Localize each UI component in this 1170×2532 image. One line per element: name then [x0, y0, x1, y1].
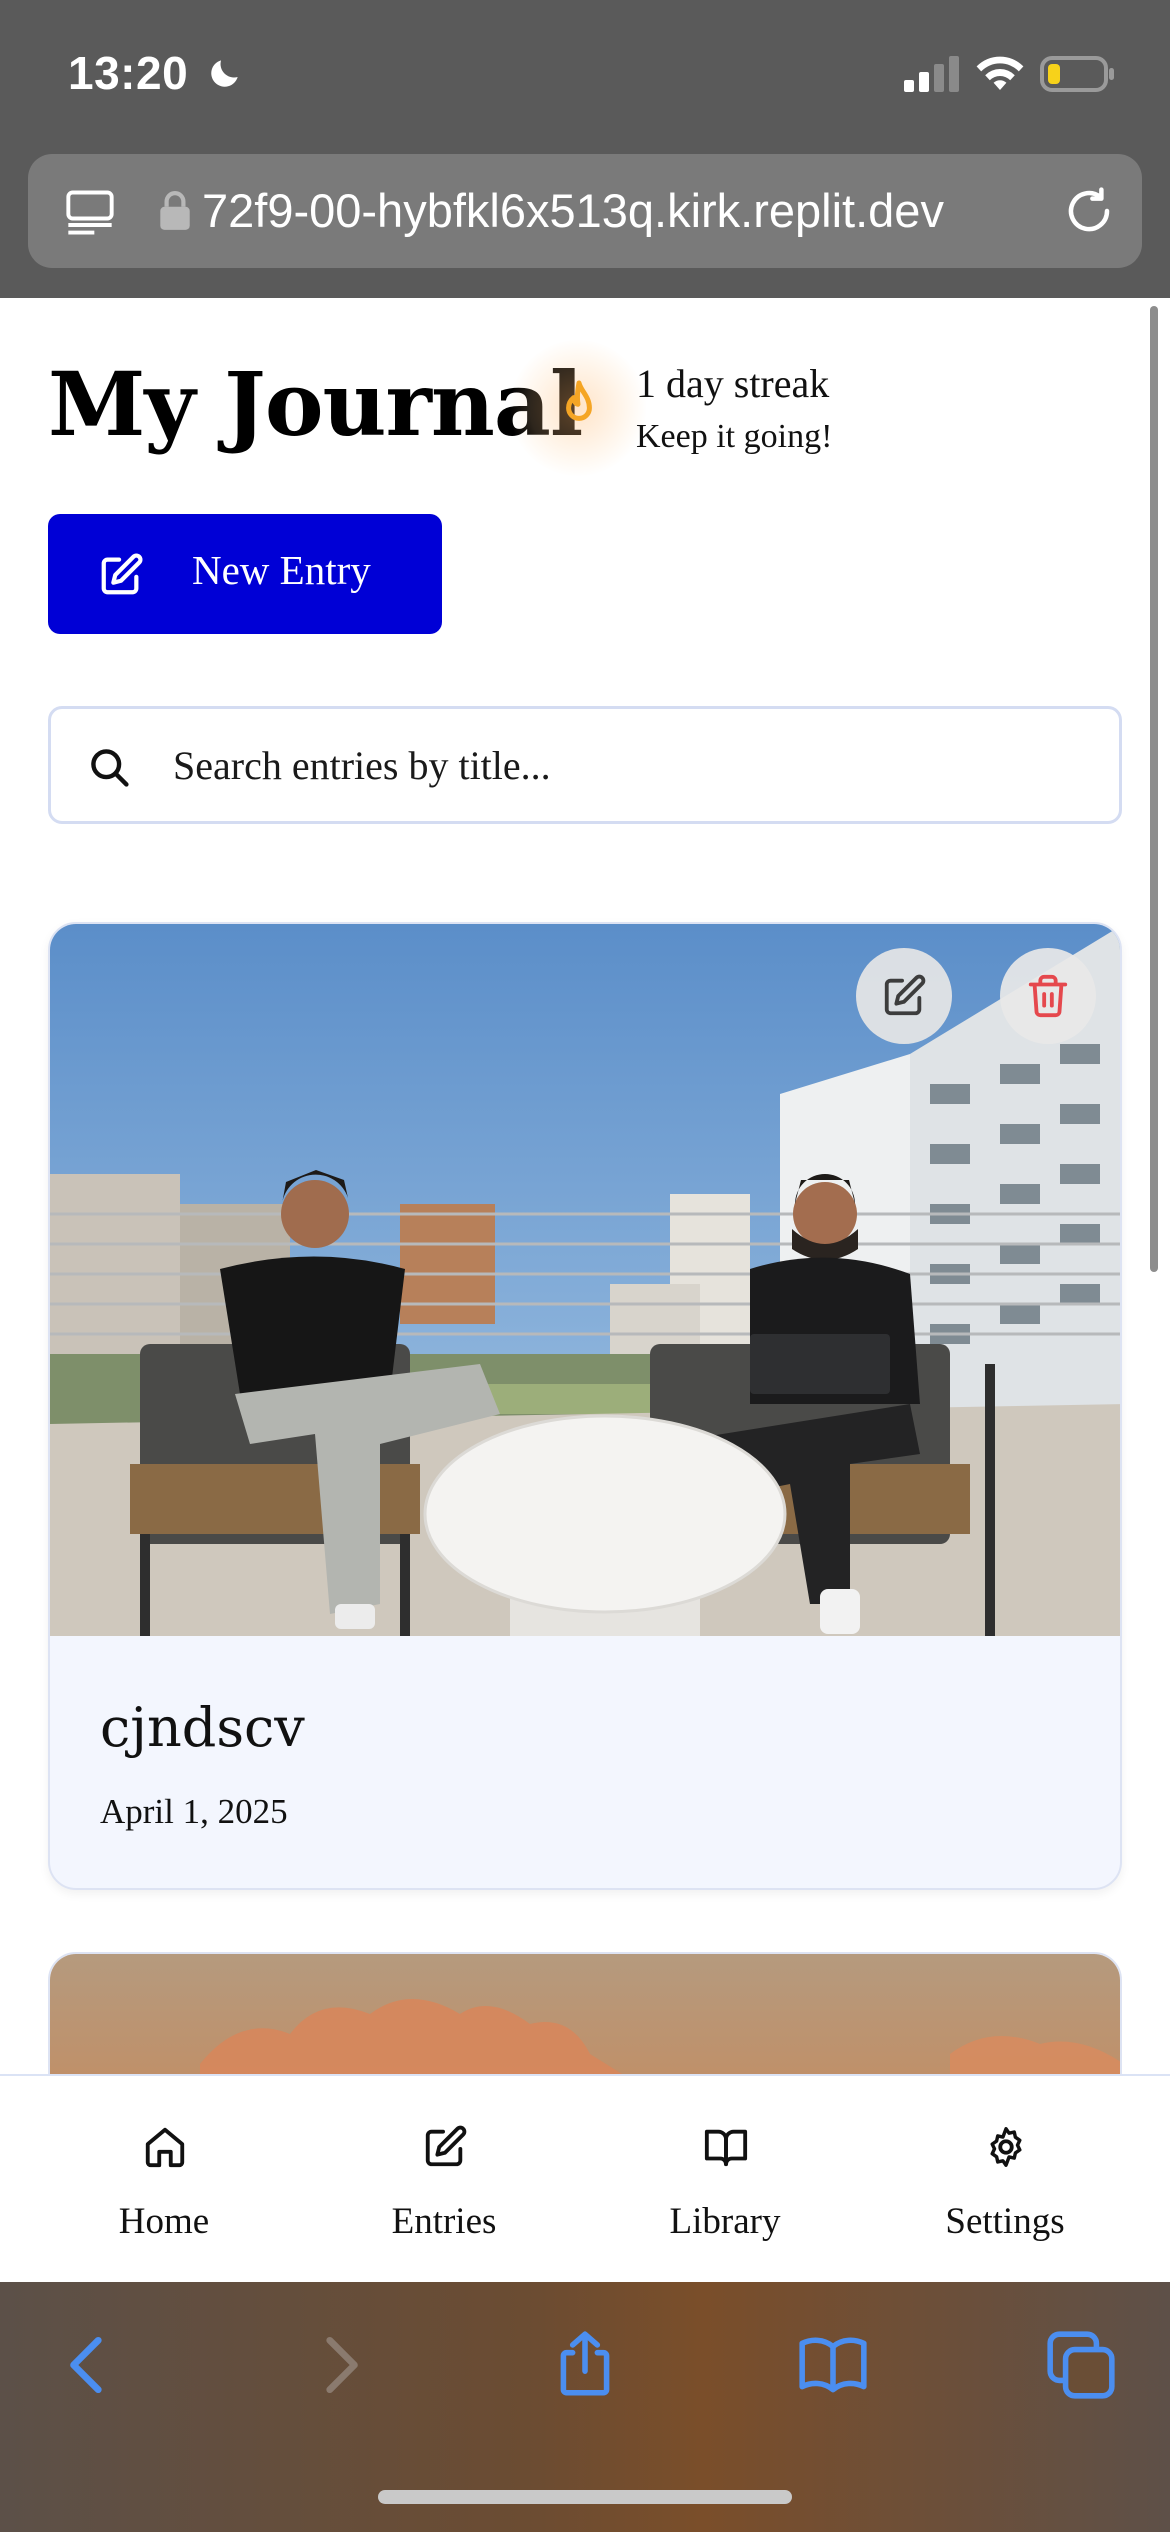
entry-card[interactable]: cjndscv April 1, 2025 — [48, 922, 1122, 1890]
new-entry-button[interactable]: New Entry — [48, 514, 442, 634]
edit-icon — [101, 553, 143, 595]
search-bar[interactable] — [48, 706, 1122, 824]
home-indicator[interactable] — [378, 2490, 792, 2504]
lock-icon — [160, 191, 190, 230]
page-scrollbar[interactable] — [1150, 306, 1158, 1272]
nav-label-entries: Entries — [391, 2201, 497, 2242]
nav-label-home: Home — [118, 2201, 210, 2242]
flame-icon — [566, 380, 592, 421]
search-input[interactable] — [173, 729, 1073, 801]
nav-item-settings[interactable]: Settings — [865, 2076, 1145, 2284]
gear-icon — [990, 2127, 1022, 2167]
search-icon — [91, 749, 129, 787]
nav-label-library: Library — [669, 2201, 781, 2242]
nav-item-home[interactable]: Home — [24, 2076, 304, 2284]
tab-overview-icon[interactable] — [64, 186, 116, 238]
streak-subtitle: Keep it going! — [636, 418, 833, 455]
entry-date: April 1, 2025 — [100, 1792, 288, 1831]
streak-flame-badge — [510, 340, 646, 476]
bookmarks-icon[interactable] — [796, 2328, 870, 2402]
reload-icon[interactable] — [1062, 184, 1116, 238]
entry-title: cjndscv — [100, 1696, 305, 1759]
delete-entry-button[interactable] — [1000, 948, 1096, 1044]
share-icon[interactable] — [548, 2328, 622, 2402]
wifi-icon — [976, 56, 1024, 90]
browser-bottom-toolbar — [0, 2282, 1170, 2532]
address-bar[interactable]: 72f9-00-hybfkl6x513q.kirk.replit.dev — [28, 154, 1142, 268]
page-title: My Journal — [48, 352, 583, 456]
home-icon — [145, 2127, 185, 2168]
edit-icon — [884, 974, 926, 1016]
edit-icon — [425, 2125, 467, 2167]
back-icon[interactable] — [52, 2328, 126, 2402]
nav-label-settings: Settings — [945, 2201, 1065, 2242]
nav-item-library[interactable]: Library — [585, 2076, 865, 2284]
edit-entry-button[interactable] — [856, 948, 952, 1044]
moon-icon — [211, 60, 238, 87]
streak-count: 1 day streak — [636, 361, 830, 406]
browser-top-bar: 13:20 72f9-00-hybfkl6x513q.kirk.replit.d… — [0, 0, 1170, 298]
forward-icon[interactable] — [302, 2328, 376, 2402]
status-time: 13:20 — [68, 47, 189, 99]
bottom-navigation: Home Entries Library Settings — [0, 2074, 1170, 2282]
url-text[interactable]: 72f9-00-hybfkl6x513q.kirk.replit.dev — [202, 178, 1052, 244]
book-icon — [704, 2129, 748, 2167]
cellular-signal-icon — [904, 56, 959, 92]
tabs-icon[interactable] — [1044, 2328, 1118, 2402]
nav-item-entries[interactable]: Entries — [304, 2076, 584, 2284]
entry-photo — [50, 924, 1120, 1636]
trash-icon — [1028, 974, 1068, 1018]
new-entry-label: New Entry — [192, 547, 371, 593]
battery-icon — [1040, 56, 1114, 92]
